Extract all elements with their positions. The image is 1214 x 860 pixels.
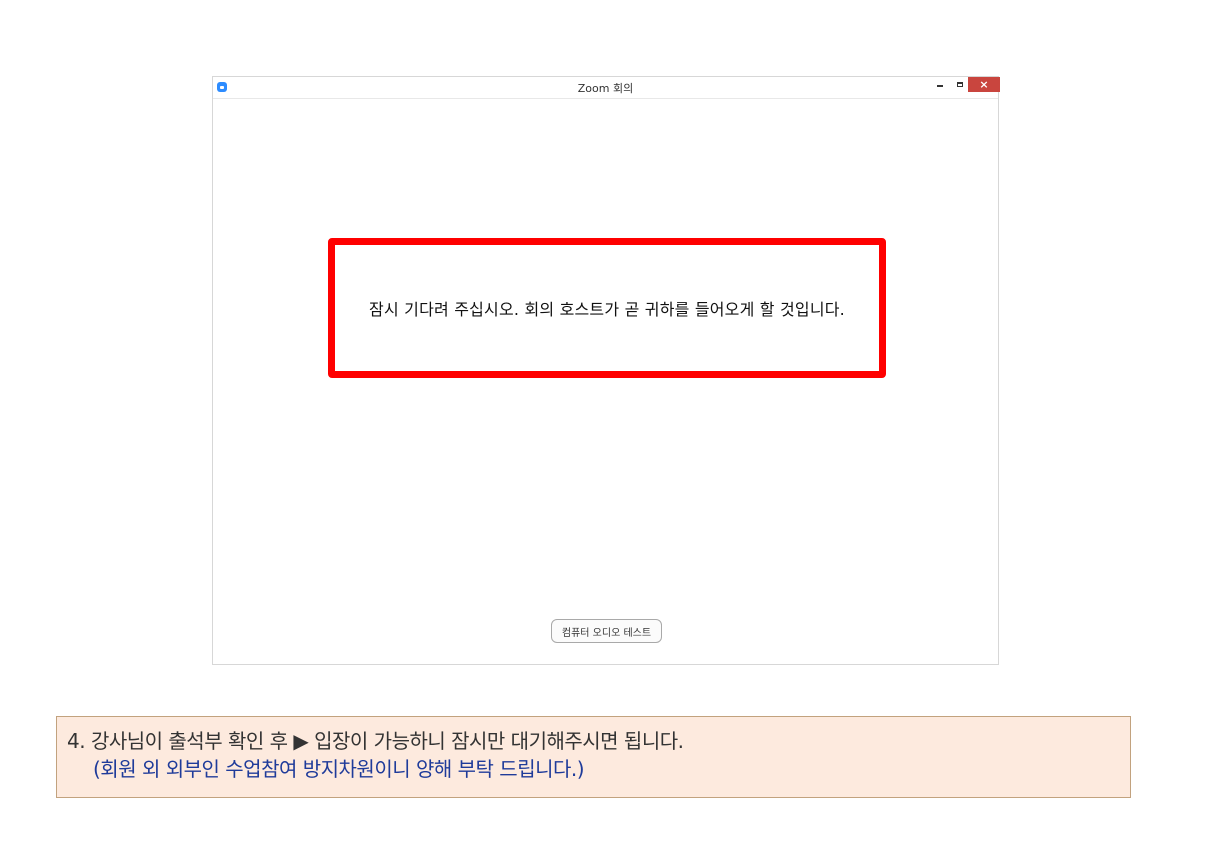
note-line-2: (회원 외 외부인 수업참여 방지차원이니 양해 부탁 드립니다.) [93,757,585,781]
waiting-message: 잠시 기다려 주십시오. 회의 호스트가 곧 귀하를 들어오게 할 것입니다. [369,300,845,319]
maximize-icon [957,81,963,87]
maximize-button[interactable] [952,77,968,91]
instruction-note: 4. 강사님이 출석부 확인 후 ▶ 입장이 가능하니 잠시만 대기해주시면 됩… [56,716,1131,798]
minimize-icon [937,85,943,87]
note-line-1: 4. 강사님이 출석부 확인 후 ▶ 입장이 가능하니 잠시만 대기해주시면 됩… [67,729,684,753]
close-button[interactable]: × [968,77,1000,92]
zoom-window: Zoom 회의 × 잠시 기다려 주십시오. 회의 호스트가 곧 귀하를 들어오… [212,76,1000,665]
minimize-button[interactable] [932,77,948,91]
window-title: Zoom 회의 [577,82,634,95]
audio-test-button[interactable]: 컴퓨터 오디오 테스트 [551,619,662,643]
title-bar[interactable]: Zoom 회의 × [213,77,1000,99]
highlight-box: 잠시 기다려 주십시오. 회의 호스트가 곧 귀하를 들어오게 할 것입니다. [328,238,886,378]
